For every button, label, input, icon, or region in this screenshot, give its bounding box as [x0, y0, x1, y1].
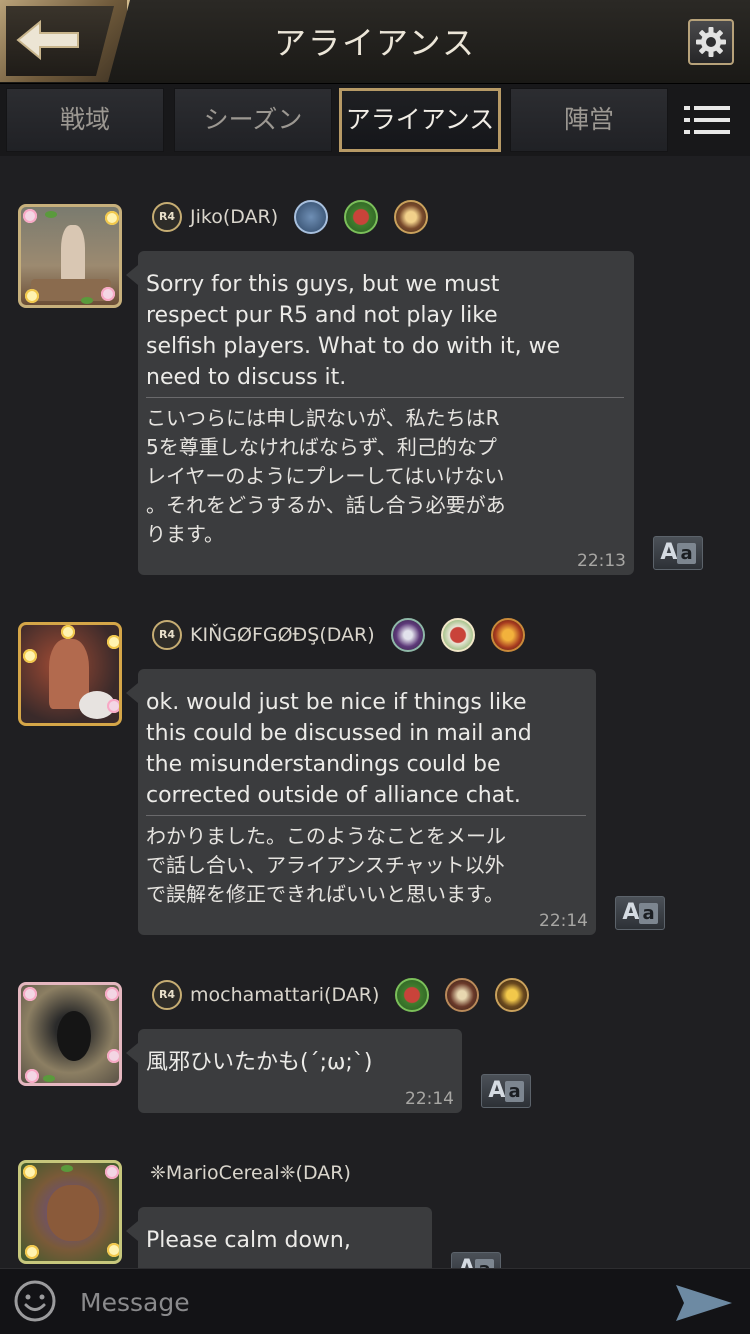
settings-button[interactable]	[688, 19, 734, 65]
message-bubble[interactable]: Please calm down,	[126, 1207, 432, 1268]
send-button[interactable]	[674, 1283, 734, 1323]
message-header: R4 KIŇGØFGØĐŞ(DAR)	[152, 618, 525, 652]
rank-badge: R4	[152, 620, 182, 650]
avatar[interactable]	[18, 982, 122, 1086]
tab-season[interactable]: シーズン	[174, 88, 332, 152]
tab-alliance[interactable]: アライアンス	[339, 88, 501, 152]
heart-wreath-badge-icon	[344, 200, 379, 234]
translate-label-small: a	[505, 1081, 524, 1102]
tab-faction[interactable]: 陣営	[510, 88, 668, 152]
translation-divider	[146, 397, 624, 398]
message-text: Sorry for this guys, but we must respect…	[146, 272, 561, 390]
translate-label-big: A	[488, 1078, 506, 1103]
message-time: 22:14	[539, 911, 588, 931]
tab-battlefield[interactable]: 戦域	[6, 88, 164, 152]
username[interactable]: ❈MarioCereal❈(DAR)	[150, 1162, 351, 1184]
chat-list[interactable]: R4 Jiko(DAR) Sorry for this guys, but we…	[0, 156, 750, 1268]
rank-badge: R4	[152, 202, 182, 232]
translate-button[interactable]: Aa	[653, 536, 703, 570]
translate-label-big: A	[622, 900, 640, 925]
crest-badge-icon	[394, 200, 429, 234]
message-header: ❈MarioCereal❈(DAR)	[150, 1156, 351, 1190]
shield-badge-icon	[390, 618, 425, 652]
translate-label-big: A	[458, 1256, 475, 1268]
username[interactable]: Jiko(DAR)	[190, 206, 278, 228]
message-text: Please calm down,	[146, 1228, 351, 1253]
heart-wreath-badge-icon	[440, 618, 475, 652]
emoji-icon[interactable]	[14, 1280, 56, 1322]
message-text: 風邪ひいたかも(´;ω;`)	[146, 1050, 373, 1075]
translate-button[interactable]: Aa	[481, 1074, 531, 1108]
avatar[interactable]	[18, 204, 122, 308]
avatar[interactable]	[18, 622, 122, 726]
message-bubble[interactable]: ok. would just be nice if things like th…	[126, 669, 596, 935]
back-button[interactable]	[0, 0, 130, 82]
gear-icon	[696, 27, 726, 57]
message-text: ok. would just be nice if things like th…	[146, 690, 532, 808]
username[interactable]: KIŇGØFGØĐŞ(DAR)	[190, 624, 375, 646]
list-menu-icon[interactable]	[684, 106, 730, 136]
page-title: アライアンス	[273, 24, 477, 62]
message-bubble[interactable]: 風邪ひいたかも(´;ω;`) 22:14	[126, 1029, 462, 1113]
translate-label-small: a	[677, 543, 696, 564]
back-arrow-icon	[16, 19, 79, 61]
message-input[interactable]	[80, 1277, 640, 1327]
send-arrow-icon	[676, 1285, 732, 1321]
rank-badge: R4	[152, 980, 182, 1010]
avatar[interactable]	[18, 1160, 122, 1264]
message-header: R4 mochamattari(DAR)	[152, 978, 530, 1012]
message-translation: わかりました。このようなことをメール で話し合い、アライアンスチャット以外 で誤…	[146, 824, 506, 906]
crest-badge-icon	[445, 978, 480, 1012]
message-input-bar	[0, 1268, 750, 1334]
translate-label-small: a	[639, 903, 658, 924]
translate-label-small: a	[475, 1259, 494, 1268]
translation-divider	[146, 815, 586, 816]
top-bar: アライアンス	[0, 0, 750, 84]
smiley-face-icon	[14, 1280, 56, 1322]
message-time: 22:14	[405, 1089, 454, 1109]
message-translation: こいつらには申し訳ないが、私たちはR 5を尊重しなければならず、利己的なプ レイ…	[146, 406, 506, 546]
heart-wreath-badge-icon	[395, 978, 430, 1012]
message-bubble[interactable]: Sorry for this guys, but we must respect…	[126, 251, 634, 575]
username[interactable]: mochamattari(DAR)	[190, 984, 379, 1006]
message-time: 22:13	[577, 551, 626, 571]
translate-button[interactable]: Aa	[615, 896, 665, 930]
bee-badge-icon	[495, 978, 530, 1012]
translate-label-big: A	[660, 540, 678, 565]
fire-badge-icon	[490, 618, 525, 652]
wing-badge-icon	[294, 200, 329, 234]
message-header: R4 Jiko(DAR)	[152, 200, 429, 234]
translate-button[interactable]: Aa	[451, 1252, 501, 1268]
channel-tabs: 戦域 シーズン アライアンス 陣営	[0, 84, 750, 156]
